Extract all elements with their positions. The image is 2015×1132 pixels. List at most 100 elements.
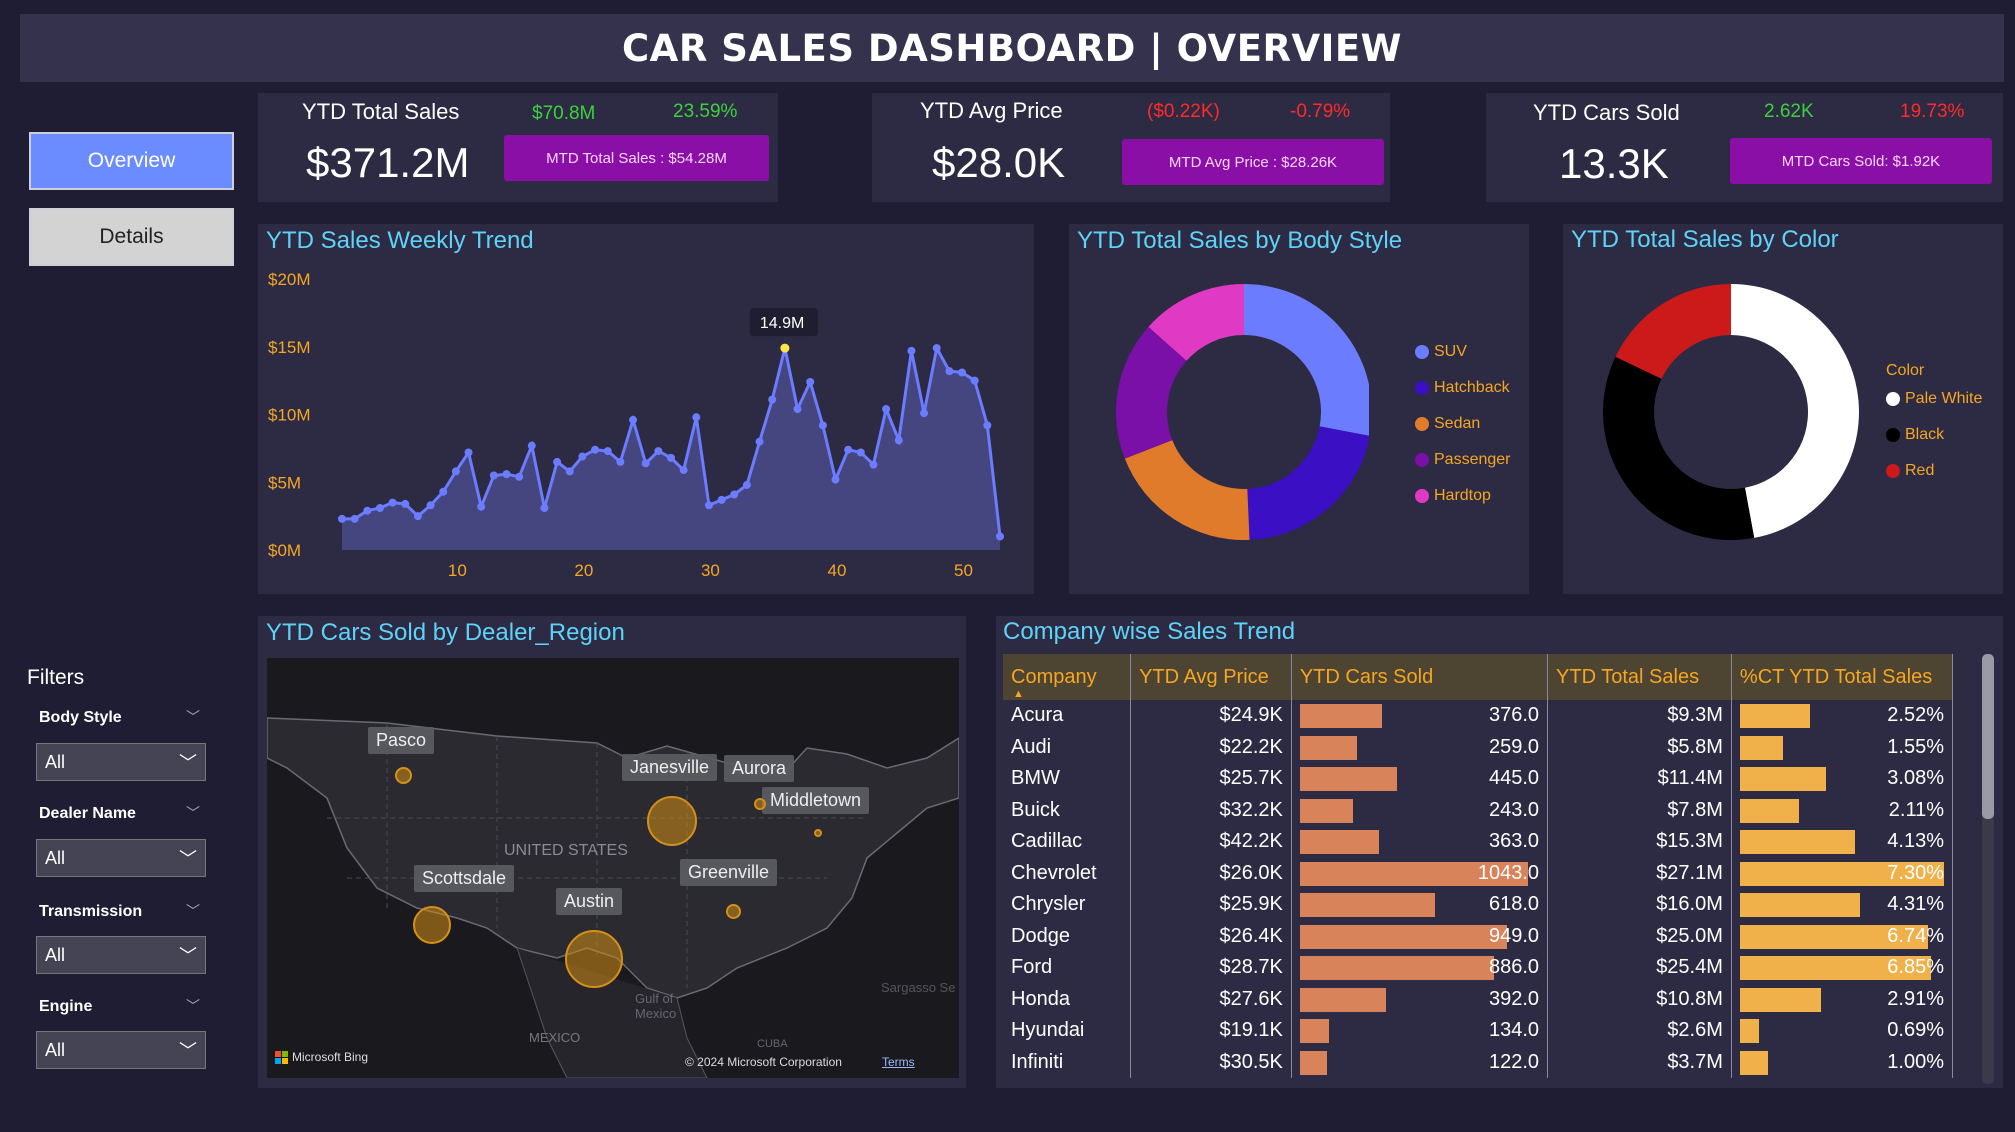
trend-point[interactable]: [489, 471, 498, 480]
body-style-donut[interactable]: [1069, 284, 1369, 584]
trend-point[interactable]: [616, 457, 625, 466]
trend-point[interactable]: [806, 377, 815, 386]
trend-point[interactable]: [755, 437, 764, 446]
table-row[interactable]: Audi $22.2K 259.0 $5.8M 1.55%: [1003, 731, 1954, 763]
overview-button[interactable]: Overview: [29, 132, 234, 190]
table-row[interactable]: Hyundai $19.1K 134.0 $2.6M 0.69%: [1003, 1015, 1954, 1047]
trend-point[interactable]: [679, 466, 688, 475]
color-donut[interactable]: [1563, 284, 1863, 584]
trend-point[interactable]: [565, 467, 574, 476]
trend-point[interactable]: [780, 343, 790, 353]
trend-point[interactable]: [970, 376, 979, 385]
table-row[interactable]: Dodge $26.4K 949.0 $25.0M 6.74%: [1003, 920, 1954, 952]
trend-point[interactable]: [338, 514, 346, 523]
map-bubble[interactable]: [395, 767, 412, 784]
table-row[interactable]: Buick $32.2K 243.0 $7.8M 2.11%: [1003, 794, 1954, 826]
legend-item[interactable]: Hardtop: [1415, 487, 1491, 505]
trend-point[interactable]: [856, 448, 865, 457]
trend-point[interactable]: [907, 346, 916, 355]
trend-point[interactable]: [932, 344, 941, 353]
map-terms-link[interactable]: Terms: [882, 1055, 915, 1069]
legend-item[interactable]: Sedan: [1415, 415, 1480, 433]
donut-slice-red[interactable]: [1615, 284, 1731, 379]
legend-item[interactable]: Passenger: [1415, 451, 1511, 469]
map-canvas[interactable]: Pasco Janesville Aurora Middletown Scott…: [267, 658, 959, 1078]
trend-point[interactable]: [831, 475, 840, 484]
legend-item[interactable]: Pale White: [1886, 390, 1982, 408]
table-row[interactable]: Infiniti $30.5K 122.0 $3.7M 1.00%: [1003, 1046, 1954, 1078]
trend-point[interactable]: [920, 409, 929, 418]
donut-slice-suv[interactable]: [1244, 284, 1369, 436]
engine-select[interactable]: All ﹀: [36, 1031, 206, 1069]
chevron-down-icon[interactable]: ﹀: [186, 996, 200, 1016]
trend-point[interactable]: [818, 421, 827, 430]
trend-point[interactable]: [882, 405, 891, 414]
trend-point[interactable]: [363, 506, 372, 515]
table-row[interactable]: Chevrolet $26.0K 1043.0 $27.1M 7.30%: [1003, 857, 1954, 889]
trend-point[interactable]: [375, 503, 384, 512]
column-header-cars-sold[interactable]: YTD Cars Sold: [1291, 654, 1549, 700]
trend-point[interactable]: [869, 460, 878, 469]
donut-slice-black[interactable]: [1603, 356, 1755, 540]
legend-item[interactable]: SUV: [1415, 343, 1467, 361]
trend-point[interactable]: [894, 436, 903, 445]
donut-slice-pale-white[interactable]: [1731, 284, 1859, 538]
trend-point[interactable]: [578, 452, 587, 461]
table-row[interactable]: Cadillac $42.2K 363.0 $15.3M 4.13%: [1003, 826, 1954, 858]
chevron-down-icon[interactable]: ﹀: [186, 803, 200, 823]
trend-point[interactable]: [958, 368, 967, 377]
scrollbar-thumb[interactable]: [1982, 654, 1994, 819]
table-row[interactable]: Chrysler $25.9K 618.0 $16.0M 4.31%: [1003, 889, 1954, 921]
trend-point[interactable]: [654, 447, 663, 456]
table-row[interactable]: Honda $27.6K 392.0 $10.8M 2.91%: [1003, 983, 1954, 1015]
trend-point[interactable]: [641, 459, 650, 468]
trend-point[interactable]: [667, 453, 675, 462]
details-button[interactable]: Details: [29, 208, 234, 266]
trend-point[interactable]: [730, 490, 739, 499]
chevron-down-icon[interactable]: ﹀: [186, 707, 200, 727]
trend-point[interactable]: [401, 499, 410, 508]
trend-point[interactable]: [983, 421, 992, 430]
table-row[interactable]: Acura $24.9K 376.0 $9.3M 2.52%: [1003, 700, 1954, 732]
body-style-select[interactable]: All ﹀: [36, 743, 206, 781]
chevron-down-icon[interactable]: ﹀: [186, 901, 200, 921]
column-header-company[interactable]: Company ▲: [1003, 654, 1132, 700]
table-row[interactable]: Ford $28.7K 886.0 $25.4M 6.85%: [1003, 952, 1954, 984]
trend-point[interactable]: [477, 502, 486, 511]
table-scrollbar[interactable]: [1982, 654, 1994, 1084]
trend-point[interactable]: [451, 467, 460, 476]
trend-point[interactable]: [793, 405, 802, 414]
trend-point[interactable]: [717, 495, 726, 504]
map-bubble[interactable]: [413, 906, 451, 944]
trend-point[interactable]: [553, 457, 562, 466]
column-header-pct-sales[interactable]: %CT YTD Total Sales: [1731, 654, 1954, 700]
column-header-total-sales[interactable]: YTD Total Sales: [1547, 654, 1732, 700]
trend-point[interactable]: [742, 480, 751, 489]
legend-item[interactable]: Black: [1886, 426, 1944, 444]
column-header-avg-price[interactable]: YTD Avg Price: [1130, 654, 1292, 700]
trend-point[interactable]: [350, 514, 359, 523]
trend-point[interactable]: [413, 512, 422, 521]
map-bubble[interactable]: [814, 829, 822, 837]
trend-point[interactable]: [692, 413, 701, 422]
trend-point[interactable]: [629, 415, 638, 424]
trend-point[interactable]: [464, 448, 473, 457]
map-bubble[interactable]: [726, 904, 741, 919]
map-bubble[interactable]: [565, 930, 623, 988]
trend-point[interactable]: [945, 367, 954, 376]
map-bubble[interactable]: [647, 796, 697, 846]
trend-point[interactable]: [844, 445, 853, 454]
dealer-name-select[interactable]: All ﹀: [36, 839, 206, 877]
legend-item[interactable]: Red: [1886, 462, 1934, 480]
weekly-trend-chart[interactable]: $0M $5M $10M $15M $20M 10 20 30 40 50 14.9M: [258, 224, 1034, 594]
trend-point[interactable]: [591, 445, 600, 454]
donut-slice-sedan[interactable]: [1124, 440, 1250, 540]
donut-slice-hatchback[interactable]: [1247, 426, 1369, 540]
transmission-select[interactable]: All ﹀: [36, 936, 206, 974]
trend-point[interactable]: [704, 501, 713, 510]
legend-item[interactable]: Hatchback: [1415, 379, 1510, 397]
trend-point[interactable]: [388, 498, 397, 507]
trend-point[interactable]: [603, 447, 612, 456]
map-bubble[interactable]: [754, 798, 766, 810]
trend-point[interactable]: [515, 472, 524, 481]
